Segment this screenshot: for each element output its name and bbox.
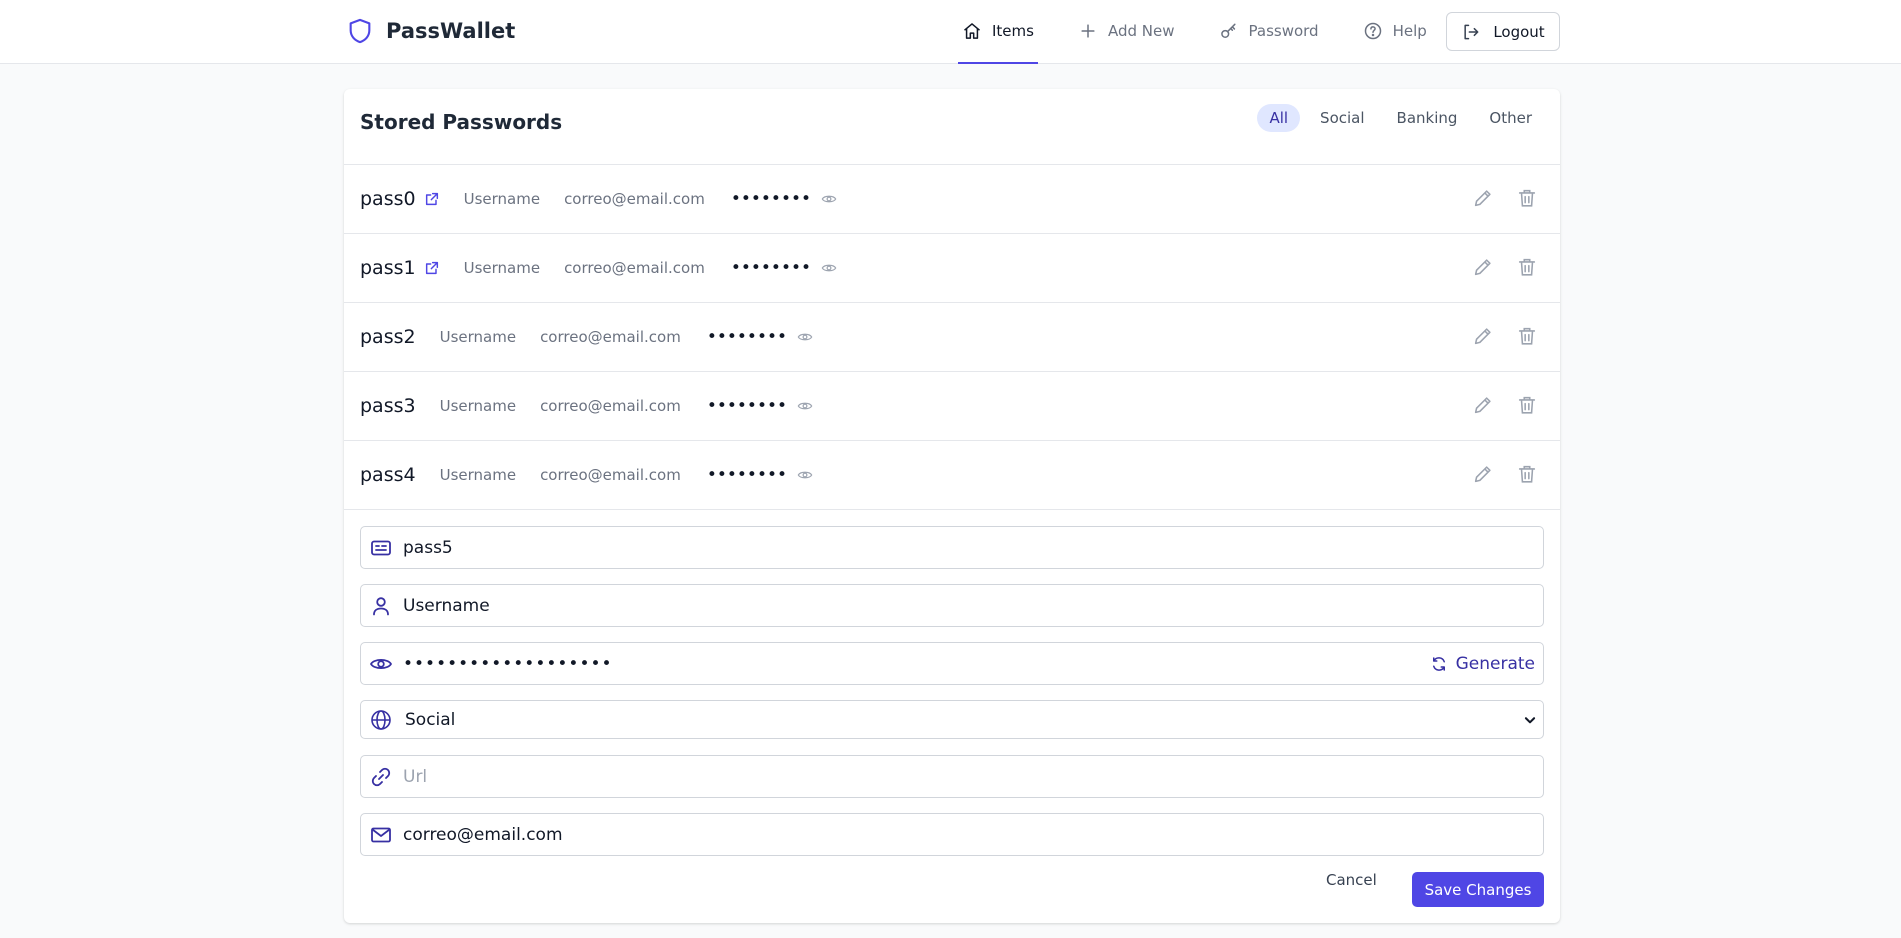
chevron-down-icon [1523, 713, 1537, 727]
entry-username: Username [439, 328, 517, 346]
filter-other[interactable]: Other [1477, 104, 1544, 132]
row-actions [1472, 325, 1538, 347]
edit-icon[interactable] [1472, 463, 1494, 485]
user-icon [369, 594, 393, 618]
password-row: pass0 Username correo@email.com •••••••• [344, 165, 1560, 234]
entry-password-mask: •••••••• [730, 189, 812, 209]
passwords-card: Stored Passwords All Social Banking Othe… [344, 89, 1560, 923]
trash-icon[interactable] [1516, 325, 1538, 347]
filter-all[interactable]: All [1257, 104, 1301, 132]
brand-name: PassWallet [386, 19, 516, 43]
logout-icon [1461, 22, 1481, 42]
row-actions [1472, 256, 1538, 278]
save-changes-button[interactable]: Save Changes [1412, 872, 1544, 907]
row-actions [1472, 394, 1538, 416]
password-row: pass1 Username correo@email.com •••••••• [344, 234, 1560, 303]
entry-password-mask: •••••••• [706, 396, 788, 416]
edit-icon[interactable] [1472, 394, 1494, 416]
entry-email: correo@email.com [540, 466, 681, 484]
filter-banking[interactable]: Banking [1385, 104, 1470, 132]
globe-icon [369, 708, 393, 732]
eye-icon[interactable] [369, 652, 393, 676]
trash-icon[interactable] [1516, 394, 1538, 416]
nav-item-label: Add New [1107, 22, 1175, 40]
eye-icon[interactable] [797, 329, 813, 345]
shield-icon [346, 15, 374, 47]
nav-item-items[interactable]: Items [958, 0, 1038, 64]
entry-name: pass4 [360, 464, 416, 486]
entry-name: pass3 [360, 395, 416, 417]
password-row: pass2 Username correo@email.com •••••••• [344, 303, 1560, 372]
trash-icon[interactable] [1516, 463, 1538, 485]
name-input[interactable] [403, 527, 1543, 568]
row-actions [1472, 187, 1538, 209]
entry-email: correo@email.com [564, 259, 705, 277]
entry-name: pass0 [360, 188, 416, 210]
nav-item-label: Items [992, 22, 1034, 40]
category-value: Social [405, 709, 456, 730]
home-icon [962, 21, 982, 41]
entry-password-mask: •••••••• [730, 258, 812, 278]
category-select[interactable]: Social [360, 700, 1544, 739]
nav-item-label: Password [1248, 22, 1319, 40]
entry-email: correo@email.com [540, 397, 681, 415]
key-icon [1219, 21, 1239, 41]
category-filters: All Social Banking Other [1257, 104, 1544, 132]
entry-username: Username [463, 259, 541, 277]
mail-icon [369, 823, 393, 847]
entry-username: Username [463, 190, 541, 208]
nav-item-add-new[interactable]: Add New [1074, 0, 1179, 64]
brand[interactable]: PassWallet [346, 0, 515, 62]
main-nav: Items Add New Password Help [958, 0, 1467, 64]
username-input[interactable] [403, 585, 1543, 626]
link-icon [369, 765, 393, 789]
logout-label: Logout [1493, 22, 1545, 41]
entry-email: correo@email.com [540, 328, 681, 346]
entry-password-mask: •••••••• [706, 465, 788, 485]
logout-button[interactable]: Logout [1446, 12, 1560, 51]
edit-icon[interactable] [1472, 325, 1494, 347]
generate-label: Generate [1455, 653, 1535, 674]
password-field: ••••••••••••••••••• Generate [360, 642, 1544, 685]
trash-icon[interactable] [1516, 256, 1538, 278]
help-circle-icon [1363, 21, 1383, 41]
nav-item-label: Help [1392, 22, 1427, 40]
external-link-icon[interactable] [424, 191, 440, 207]
entry-name: pass1 [360, 257, 416, 279]
email-input[interactable] [403, 814, 1543, 855]
entry-username: Username [439, 397, 517, 415]
username-field [360, 584, 1544, 627]
edit-icon[interactable] [1472, 187, 1494, 209]
nav-item-password[interactable]: Password [1215, 0, 1323, 64]
eye-icon[interactable] [797, 467, 813, 483]
nav-item-help[interactable]: Help [1359, 0, 1431, 64]
row-actions [1472, 463, 1538, 485]
eye-icon[interactable] [797, 398, 813, 414]
password-input[interactable]: ••••••••••••••••••• [403, 654, 1430, 674]
entry-name: pass2 [360, 326, 416, 348]
top-navbar: PassWallet Items Add New Password Help L… [0, 0, 1901, 64]
edit-icon[interactable] [1472, 256, 1494, 278]
refresh-icon [1430, 655, 1448, 673]
eye-icon[interactable] [821, 191, 837, 207]
plus-icon [1078, 21, 1098, 41]
name-field [360, 526, 1544, 569]
card-header: Stored Passwords All Social Banking Othe… [344, 89, 1560, 165]
cancel-button[interactable]: Cancel [1326, 871, 1377, 889]
page-title: Stored Passwords [360, 110, 563, 134]
entry-email: correo@email.com [564, 190, 705, 208]
password-row: pass4 Username correo@email.com •••••••• [344, 441, 1560, 510]
generate-button[interactable]: Generate [1430, 654, 1535, 674]
url-field [360, 755, 1544, 798]
id-card-icon [369, 536, 393, 560]
entry-username: Username [439, 466, 517, 484]
url-input[interactable] [403, 756, 1543, 797]
external-link-icon[interactable] [424, 260, 440, 276]
email-field [360, 813, 1544, 856]
eye-icon[interactable] [821, 260, 837, 276]
entry-password-mask: •••••••• [706, 327, 788, 347]
filter-social[interactable]: Social [1308, 104, 1376, 132]
password-row: pass3 Username correo@email.com •••••••• [344, 372, 1560, 441]
trash-icon[interactable] [1516, 187, 1538, 209]
